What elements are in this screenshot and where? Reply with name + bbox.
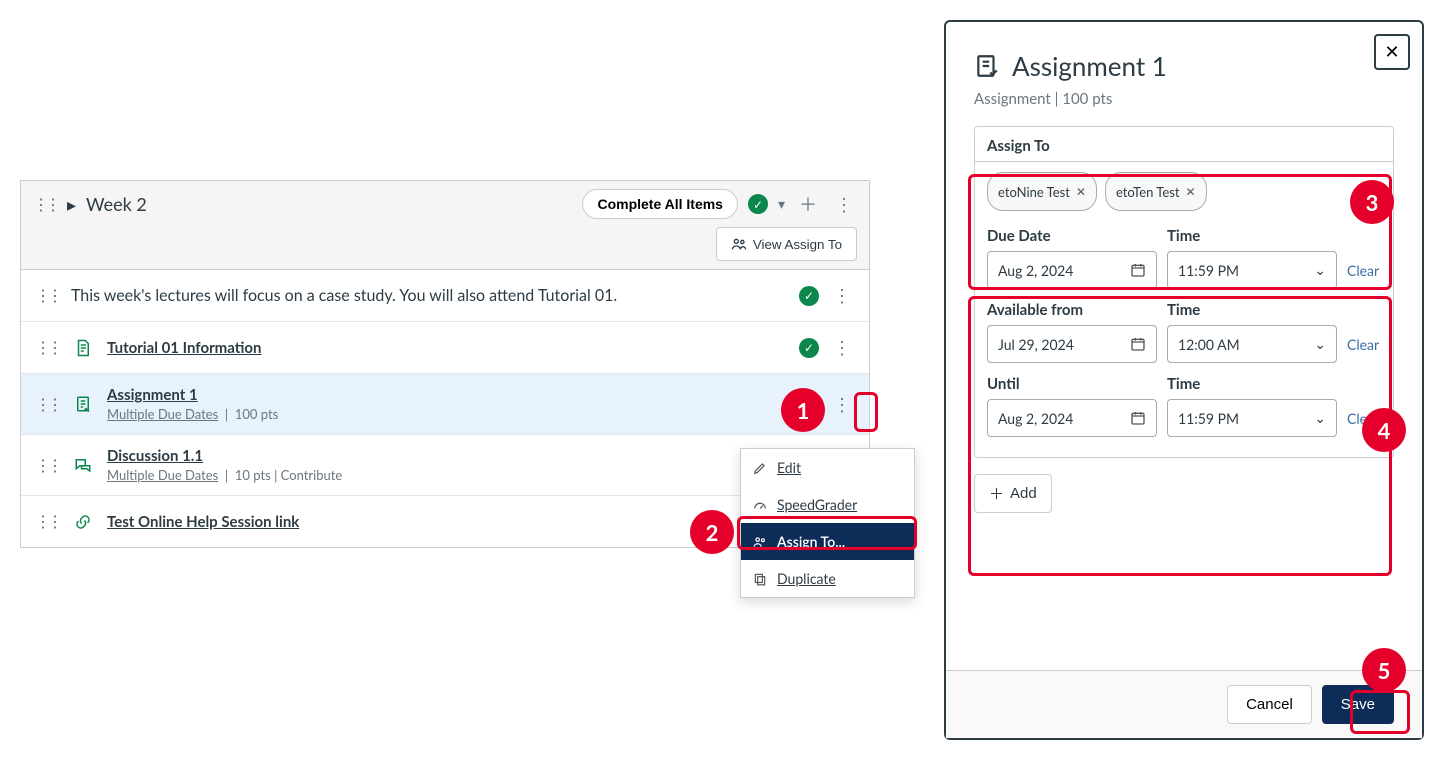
until-date-input[interactable]: Aug 2, 2024 [987, 399, 1157, 437]
clear-from-link[interactable]: Clear [1347, 336, 1397, 363]
due-date-input[interactable]: Aug 2, 2024 [987, 251, 1157, 289]
close-icon: ✕ [1384, 42, 1399, 63]
view-assign-to-button[interactable]: View Assign To [716, 227, 857, 261]
until-time-input[interactable]: 11:59 PM ⌄ [1167, 399, 1337, 437]
module-item-meta: Multiple Due Dates | 100 pts [107, 406, 817, 422]
time-label: Time [1167, 375, 1337, 393]
drag-handle-icon[interactable] [35, 512, 59, 531]
chip-remove-icon[interactable]: ✕ [1186, 184, 1196, 199]
cancel-button[interactable]: Cancel [1227, 685, 1312, 724]
drag-handle-icon[interactable] [35, 338, 59, 357]
item-kebab-icon[interactable]: ⋮ [829, 282, 855, 309]
discussion-icon [71, 456, 95, 474]
drag-handle-icon[interactable] [35, 395, 59, 414]
due-date-label: Due Date [987, 227, 1157, 245]
item-kebab-icon[interactable]: ⋮ [829, 391, 855, 418]
available-from-label: Available from [987, 301, 1157, 319]
assign-to-tray: ✕ Assignment 1 Assignment | 100 pts Assi… [944, 20, 1424, 740]
module-header: ▸ Week 2 Complete All Items ✓ ▾ ＋ ⋮ View… [21, 181, 869, 270]
assign-card: Assign To etoNine Test ✕ etoTen Test ✕ D… [974, 126, 1394, 458]
annotation-badge-1: 1 [781, 388, 825, 432]
page-icon [71, 339, 95, 357]
due-time-input[interactable]: 11:59 PM ⌄ [1167, 251, 1337, 289]
tray-title: Assignment 1 [974, 50, 1394, 82]
annotation-badge-2: 2 [690, 510, 734, 554]
module-item-link[interactable]: Discussion 1.1 [107, 447, 203, 465]
complete-all-button[interactable]: Complete All Items [582, 189, 738, 219]
item-context-menu: Edit SpeedGrader Assign To... Duplicate [740, 448, 915, 598]
published-check-icon[interactable]: ✓ [748, 194, 768, 214]
people-icon [753, 535, 767, 549]
expand-caret-icon[interactable]: ▸ [67, 193, 76, 216]
assign-to-input[interactable]: etoNine Test ✕ etoTen Test ✕ [975, 161, 1393, 221]
calendar-icon [1130, 336, 1146, 352]
module-item-text: This week's lectures will focus on a cas… [21, 270, 869, 322]
menu-edit[interactable]: Edit [741, 449, 914, 486]
time-label: Time [1167, 227, 1337, 245]
assignment-icon [974, 53, 1000, 79]
module-item-link[interactable]: Assignment 1 [107, 386, 198, 404]
module-item-meta: Multiple Due Dates | 10 pts | Contribute [107, 467, 817, 483]
clear-due-link[interactable]: Clear [1347, 262, 1397, 289]
assign-to-label: Assign To [975, 127, 1393, 161]
copy-icon [753, 572, 767, 586]
chevron-down-icon: ⌄ [1314, 409, 1326, 427]
published-check-icon: ✓ [799, 338, 819, 358]
published-check-icon: ✓ [799, 286, 819, 306]
gauge-icon [753, 498, 767, 512]
annotation-badge-5: 5 [1362, 648, 1406, 692]
publish-dropdown-caret-icon[interactable]: ▾ [778, 195, 785, 213]
annotation-badge-3: 3 [1350, 180, 1394, 224]
menu-speedgrader[interactable]: SpeedGrader [741, 486, 914, 523]
module-title: Week 2 [86, 193, 147, 215]
assignment-icon [71, 395, 95, 413]
module-item-link[interactable]: Tutorial 01 Information [107, 339, 261, 357]
assignee-chip: etoNine Test ✕ [987, 172, 1097, 211]
annotation-badge-4: 4 [1362, 408, 1406, 452]
tray-subtitle: Assignment | 100 pts [974, 90, 1394, 108]
calendar-icon [1130, 410, 1146, 426]
drag-handle-icon[interactable] [35, 286, 59, 305]
from-time-input[interactable]: 12:00 AM ⌄ [1167, 325, 1337, 363]
time-label: Time [1167, 301, 1337, 319]
link-icon [71, 513, 95, 531]
module-kebab-icon[interactable]: ⋮ [831, 191, 857, 218]
from-date-input[interactable]: Jul 29, 2024 [987, 325, 1157, 363]
chevron-down-icon: ⌄ [1314, 261, 1326, 279]
calendar-icon [1130, 262, 1146, 278]
until-label: Until [987, 375, 1157, 393]
chip-remove-icon[interactable]: ✕ [1076, 184, 1086, 199]
add-item-icon[interactable]: ＋ [795, 189, 821, 219]
assignee-chip: etoTen Test ✕ [1105, 172, 1207, 211]
drag-handle-icon[interactable] [35, 456, 59, 475]
add-assignee-button[interactable]: ＋ Add [974, 474, 1052, 513]
item-kebab-icon[interactable]: ⋮ [829, 334, 855, 361]
module-item-link[interactable]: Test Online Help Session link [107, 513, 299, 531]
pencil-icon [753, 461, 767, 475]
menu-assign-to[interactable]: Assign To... [741, 523, 914, 560]
module-item-assignment: Assignment 1 Multiple Due Dates | 100 pt… [21, 374, 869, 435]
people-icon [731, 236, 747, 252]
menu-duplicate[interactable]: Duplicate [741, 560, 914, 597]
plus-icon: ＋ [989, 483, 1004, 504]
module-item-page: Tutorial 01 Information ✓ ⋮ [21, 322, 869, 374]
drag-handle-icon[interactable] [33, 195, 57, 214]
close-button[interactable]: ✕ [1374, 34, 1410, 70]
module-item-title: This week's lectures will focus on a cas… [71, 286, 617, 305]
chevron-down-icon: ⌄ [1314, 335, 1326, 353]
